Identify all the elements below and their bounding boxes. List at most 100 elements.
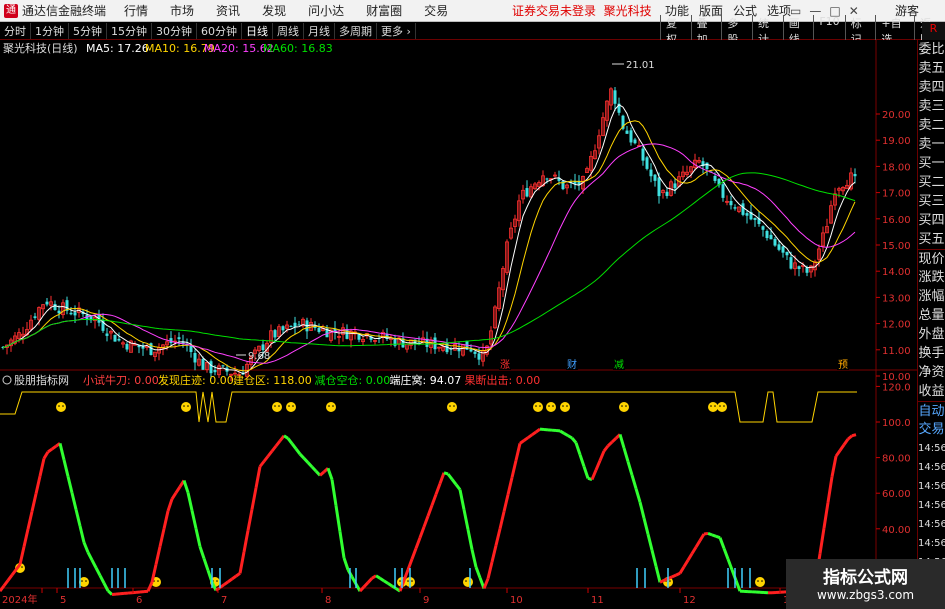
smiley-icon <box>447 402 457 412</box>
smiley-eye <box>58 405 60 407</box>
candle-body <box>273 330 277 338</box>
smiley-eye <box>669 580 671 582</box>
menu-item-market[interactable]: 市场 <box>170 2 194 19</box>
quote-field-label: 买一 <box>918 156 945 171</box>
oscillator-segment <box>567 434 573 440</box>
smiley-eye <box>81 580 83 582</box>
candle-body <box>125 343 129 350</box>
indicator-field: 小试牛刀: 0.00 <box>83 373 159 387</box>
candle-body <box>713 175 717 181</box>
price-axis-label: 10.00 <box>882 372 911 383</box>
indicator-field: 果断出击: 0.00 <box>465 373 541 387</box>
candle-body <box>289 325 293 327</box>
watermark: 指标公式网 www.zbgs3.com <box>786 559 945 609</box>
menu-item-ask[interactable]: 问小达 <box>308 2 344 19</box>
quote-field-label: 卖四 <box>918 80 945 95</box>
candle-body <box>57 310 61 314</box>
chart-title: 聚光科技(日线) <box>3 41 78 55</box>
period-tab[interactable]: 周线 <box>273 22 304 39</box>
smiley-eye <box>157 580 159 582</box>
tick-time: 14:56 <box>918 538 945 549</box>
indicator-field: 减仓空仓: 0.00 <box>315 373 391 387</box>
period-tab[interactable]: 15分钟 <box>107 22 152 39</box>
quote-field-label: 总量 <box>918 308 945 323</box>
menu-item-discover[interactable]: 发现 <box>262 2 286 19</box>
smiley-eye <box>625 405 627 407</box>
smiley-icon <box>286 402 296 412</box>
smiley-eye <box>62 405 64 407</box>
candle-body <box>297 324 301 326</box>
candle-body <box>281 326 285 331</box>
date-axis-label: 7 <box>221 595 227 606</box>
candle-body <box>193 353 197 363</box>
smiley-eye <box>288 405 290 407</box>
date-axis-label: 2024年 <box>2 593 37 606</box>
price-axis-label: 12.00 <box>882 320 911 331</box>
smiley-eye <box>548 405 550 407</box>
price-axis-label: 15.00 <box>882 241 911 252</box>
app-name: 通达信金融终端 <box>22 4 107 18</box>
quote-field-label: 卖一 <box>918 137 945 152</box>
login-notice[interactable]: 证券交易未登录 聚光科技 <box>512 2 652 19</box>
smiley-eye <box>723 405 725 407</box>
date-axis-label: 11 <box>591 595 604 606</box>
smiley-eye <box>465 580 467 582</box>
candle-body <box>785 251 789 256</box>
period-tab[interactable]: 5分钟 <box>69 22 107 39</box>
corner-toggle[interactable]: R <box>922 21 945 40</box>
candle-body <box>201 358 205 370</box>
smiley-icon <box>463 577 473 587</box>
candle-body <box>753 217 757 220</box>
candle-body <box>261 344 265 351</box>
smiley-eye <box>183 405 185 407</box>
smiley-eye <box>449 405 451 407</box>
oscillator-segment <box>707 532 713 537</box>
menu-item-wealth[interactable]: 财富圈 <box>366 2 402 19</box>
smiley-icon <box>533 402 543 412</box>
ma-legend: MA5: 17.26 <box>86 42 149 55</box>
period-tab[interactable]: 60分钟 <box>197 22 242 39</box>
price-axis-label: 20.00 <box>882 110 911 121</box>
quote-field-label: 委比 <box>918 42 945 57</box>
tick-time: 14:56 <box>918 443 945 454</box>
quote-field-label: 买四 <box>918 213 945 228</box>
date-axis-label: 10 <box>510 595 523 606</box>
smiley-eye <box>274 405 276 407</box>
smiley-eye <box>332 405 334 407</box>
smiley-eye <box>411 580 413 582</box>
period-tab-more[interactable]: 更多 › <box>377 22 416 39</box>
period-tab-daily[interactable]: 日线 <box>242 22 273 39</box>
candle-body <box>113 334 117 342</box>
quote-field-label: 净资 <box>918 365 945 380</box>
candle-body <box>673 183 677 189</box>
candle-body <box>613 90 617 104</box>
auto-trade-label[interactable]: 交易 <box>918 420 945 439</box>
candle-body <box>789 257 793 269</box>
kline-chart[interactable]: 20.00 19.00 18.00 17.00 16.00 15.00 14.00 13.00… <box>0 40 917 609</box>
candle-body <box>33 316 37 318</box>
candle-body <box>853 173 857 177</box>
price-axis-label: 16.00 <box>882 215 911 226</box>
period-tab[interactable]: 多周期 <box>335 22 377 39</box>
smiley-icon <box>755 577 765 587</box>
menu-item-trade[interactable]: 交易 <box>424 2 448 19</box>
menu-item-news[interactable]: 资讯 <box>216 2 240 19</box>
period-tab[interactable]: 1分钟 <box>31 22 69 39</box>
candle-body <box>729 201 733 206</box>
period-tab[interactable]: 30分钟 <box>152 22 197 39</box>
menu-item-quotes[interactable]: 行情 <box>124 2 148 19</box>
tick-time: 14:56 <box>918 462 945 473</box>
tick-time: 14:56 <box>918 519 945 530</box>
period-tab[interactable]: 分时 <box>0 22 31 39</box>
indicator-field: 端庄窝: 94.07 <box>390 373 462 387</box>
candle-body <box>653 174 657 181</box>
auto-trade-label[interactable]: 自动 <box>918 401 945 420</box>
smiley-eye <box>407 580 409 582</box>
smiley-eye <box>535 405 537 407</box>
quote-side-panel: 委比 卖五 卖四 卖三 卖二 卖一 买一 买二 买三 买四 买五 现价 涨跌 涨幅 总量 外盘 换手 净资 收益 自动… <box>917 40 945 609</box>
period-tab[interactable]: 月线 <box>304 22 335 39</box>
candle-body <box>649 169 653 177</box>
smiley-icon <box>717 402 727 412</box>
price-axis-label: 19.00 <box>882 136 911 147</box>
candle-body <box>73 312 77 316</box>
